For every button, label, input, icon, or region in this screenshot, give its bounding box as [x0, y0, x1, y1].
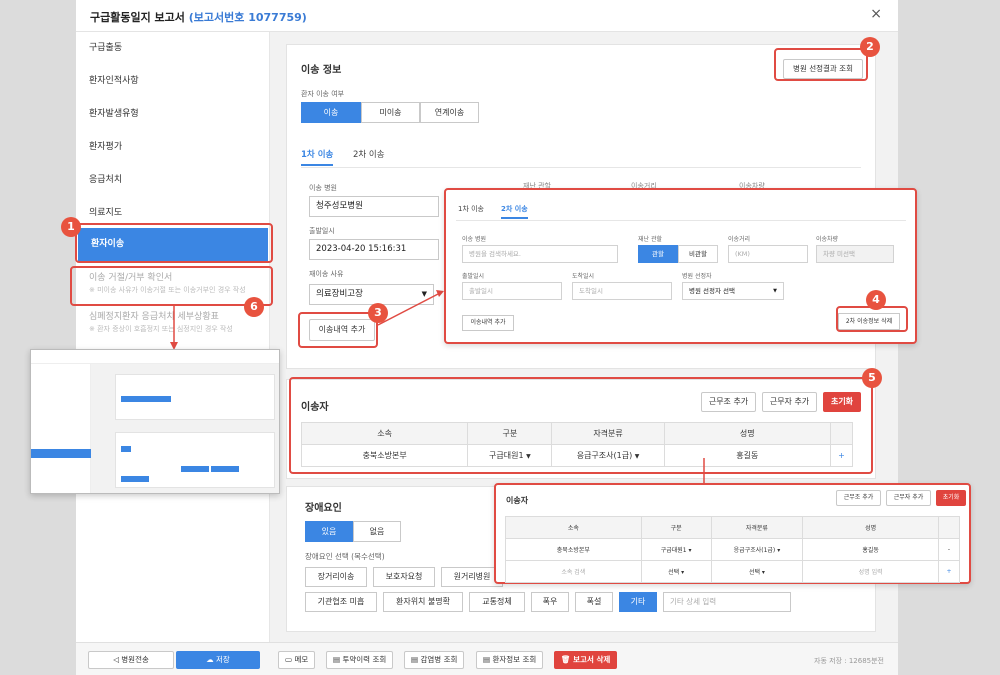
- badge-5: 5: [862, 368, 882, 388]
- popup-depart-input[interactable]: 출발일시: [462, 282, 562, 300]
- popup-juris-yes[interactable]: 관할: [638, 245, 678, 263]
- popup-tab-first[interactable]: 1차 이송: [458, 204, 484, 214]
- popup-distance-input[interactable]: (KM): [728, 245, 808, 263]
- popup-arrive-label: 도착일시: [572, 273, 595, 280]
- popup-juris-label: 재난 관할: [638, 236, 662, 243]
- popup-transporter: 이송자 근무조 추가 근무자 추가 초기화 소속 구분 자격분류 성명 충북소방본부 구…: [494, 483, 971, 584]
- popup-reset-button[interactable]: 초기화: [936, 490, 966, 506]
- add-row-icon[interactable]: +: [938, 560, 960, 583]
- popup-vehicle-label: 이송차량: [816, 236, 839, 243]
- popup-hospital-label: 이송 병원: [462, 236, 486, 243]
- popup-add-team-button[interactable]: 근무조 추가: [836, 490, 881, 506]
- table-row: 충북소방본부 구급대원1 ▾ 응급구조사(1급) ▾ 홍길동 -: [505, 538, 960, 561]
- preview-thumbnail: [30, 349, 280, 494]
- popup-distance-label: 이송거리: [728, 236, 751, 243]
- badge-6: 6: [244, 297, 264, 317]
- badge-4: 4: [866, 290, 886, 310]
- popup-transporter-table: 소속 구분 자격분류 성명 충북소방본부 구급대원1 ▾ 응급구조사(1급) ▾ 홍길동 - …: [505, 516, 960, 583]
- highlight-delete-second: [836, 306, 908, 332]
- popup-vehicle-input[interactable]: 차량 미선택: [816, 245, 894, 263]
- popup-depart-label: 출발일시: [462, 273, 485, 280]
- popup-transporter-title: 이송자: [506, 496, 529, 505]
- badge-1: 1: [61, 217, 81, 237]
- preview-active-item: [31, 449, 91, 458]
- remove-row-icon[interactable]: -: [938, 538, 960, 561]
- popup-juris-no[interactable]: 비관할: [678, 245, 718, 263]
- popup-hospital-input[interactable]: 병원을 검색하세요.: [462, 245, 618, 263]
- badge-2: 2: [860, 37, 880, 57]
- table-row: 소속 검색 선택 ▾ 선택 ▾ 성명 입력 +: [505, 560, 960, 583]
- popup-add-worker-button[interactable]: 근무자 추가: [886, 490, 931, 506]
- popup-tab-second[interactable]: 2차 이송: [501, 204, 528, 219]
- badge-3: 3: [368, 303, 388, 323]
- popup-arrive-input[interactable]: 도착일시: [572, 282, 672, 300]
- chevron-down-icon: ▼: [773, 288, 777, 294]
- popup-add-button[interactable]: 이송내역 추가: [462, 315, 514, 331]
- popup-selector-label: 병원 선정자: [682, 273, 712, 280]
- popup-selector-select[interactable]: 병원 선정자 선택 ▼: [682, 282, 784, 300]
